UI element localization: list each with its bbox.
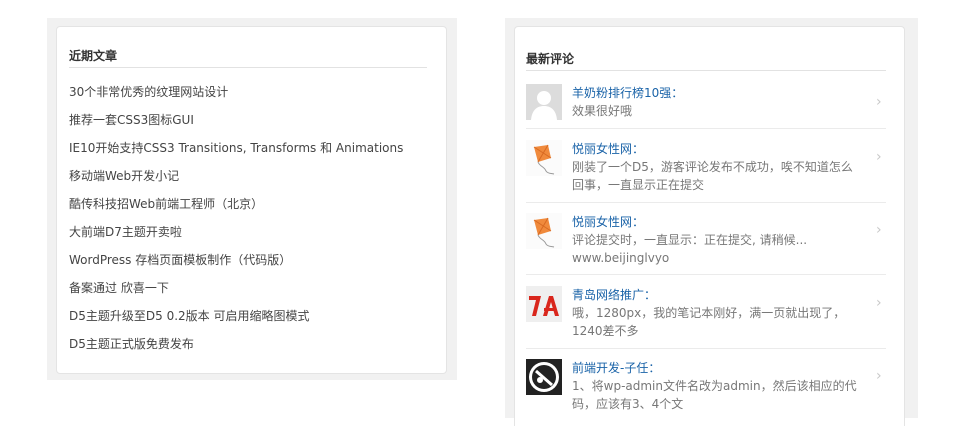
post-link[interactable]: D5主题升级至D5 0.2版本 可启用缩略图模式 (69, 307, 403, 335)
title-divider (526, 70, 886, 71)
chevron-right-icon: › (876, 295, 882, 311)
post-link[interactable]: 30个非常优秀的纹理网站设计 (69, 83, 403, 111)
comment-item[interactable]: 前端开发-子任： 1、将wp-admin文件名改为admin，然后该相应的代码，… (526, 359, 886, 415)
comment-text: 刚装了一个D5，游客评论发布不成功，唉不知道怎么回事，一直显示正在提交 (572, 160, 853, 192)
divider (526, 128, 886, 129)
chevron-right-icon: › (876, 149, 882, 165)
title-divider (69, 67, 427, 68)
comment-author[interactable]: 悦丽女性网： (572, 140, 862, 158)
comment-author[interactable]: 青岛网络推广： (572, 286, 862, 304)
post-link[interactable]: IE10开始支持CSS3 Transitions, Transforms 和 A… (69, 139, 403, 167)
comment-text: 1、将wp-admin文件名改为admin，然后该相应的代码，应该有3、4个文 (572, 379, 857, 411)
divider (526, 202, 886, 203)
divider (526, 274, 886, 275)
post-link[interactable]: D5主题正式版免费发布 (69, 335, 403, 363)
post-link[interactable]: 大前端D7主题开卖啦 (69, 223, 403, 251)
recent-comments-widget: 最新评论 羊奶粉排行榜10强： 效果很好哦 › 悦丽女性网： 刚装了一个D5，游… (514, 26, 905, 426)
chevron-right-icon: › (876, 94, 882, 110)
post-link[interactable]: WordPress 存档页面模板制作（代码版） (69, 251, 403, 279)
kite-avatar-icon (526, 213, 562, 249)
comment-text: 哦，1280px，我的笔记本刚好，满一页就出现了，1240差不多 (572, 306, 846, 338)
chevron-right-icon: › (876, 222, 882, 238)
comment-item[interactable]: 青岛网络推广： 哦，1280px，我的笔记本刚好，满一页就出现了，1240差不多… (526, 286, 886, 342)
recent-posts-widget: 近期文章 30个非常优秀的纹理网站设计 推荐一套CSS3图标GUI IE10开始… (56, 26, 447, 374)
comment-author[interactable]: 悦丽女性网： (572, 213, 862, 231)
comment-item[interactable]: 悦丽女性网： 评论提交时，一直显示：正在提交, 请稍候... www.beiji… (526, 213, 886, 269)
comment-author[interactable]: 前端开发-子任： (572, 359, 862, 377)
red-logo-avatar-icon (526, 286, 562, 322)
comment-text: 评论提交时，一直显示：正在提交, 请稍候... www.beijinglvyo (572, 233, 808, 265)
recent-comments-title: 最新评论 (526, 52, 575, 66)
comment-author[interactable]: 羊奶粉排行榜10强： (572, 84, 862, 102)
post-link[interactable]: 推荐一套CSS3图标GUI (69, 111, 403, 139)
comment-text: 效果很好哦 (572, 104, 633, 118)
recent-posts-list: 30个非常优秀的纹理网站设计 推荐一套CSS3图标GUI IE10开始支持CSS… (69, 83, 403, 363)
post-link[interactable]: 移动端Web开发小记 (69, 167, 403, 195)
comment-item[interactable]: 羊奶粉排行榜10强： 效果很好哦 › (526, 84, 886, 120)
comment-item[interactable]: 悦丽女性网： 刚装了一个D5，游客评论发布不成功，唉不知道怎么回事，一直显示正在… (526, 140, 886, 196)
post-link[interactable]: 酷传科技招Web前端工程师（北京） (69, 195, 403, 223)
divider (526, 348, 886, 349)
chevron-right-icon: › (876, 368, 882, 384)
kite-avatar-icon (526, 140, 562, 176)
recent-posts-title: 近期文章 (69, 49, 118, 63)
post-link[interactable]: 备案通过 欣喜一下 (69, 279, 403, 307)
default-avatar-icon (526, 84, 562, 120)
black-logo-avatar-icon (526, 359, 562, 395)
